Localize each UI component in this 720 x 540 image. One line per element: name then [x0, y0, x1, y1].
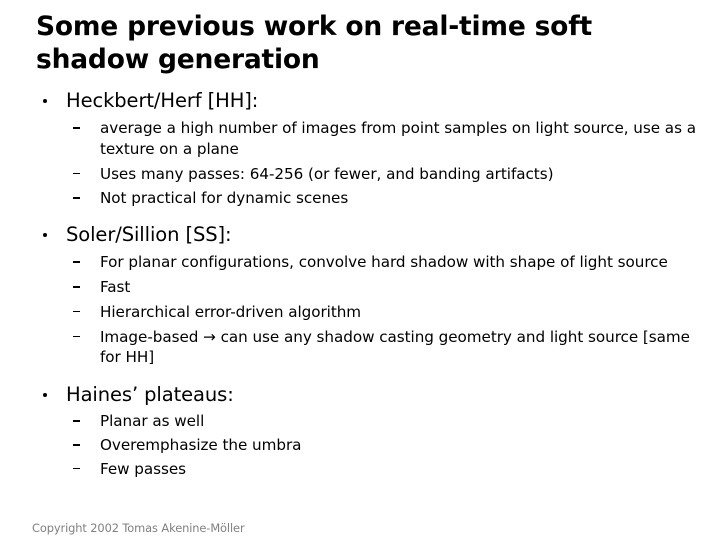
- bullet-level2-label: Uses many passes: 64-256 (or fewer, and …: [100, 164, 554, 183]
- bullet-level2-label: Not practical for dynamic scenes: [100, 189, 349, 208]
- bullet-level2-item: Fast: [36, 277, 704, 298]
- bullet-level2-item: For planar configurations, convolve hard…: [36, 252, 704, 273]
- bullet-dash-icon: [73, 172, 80, 175]
- sub-bullet-list: Planar as well Overemphasize the umbra F…: [36, 411, 704, 479]
- sub-bullet-list: average a high number of images from poi…: [36, 118, 704, 209]
- bullet-level1-soler-sillion: Soler/Sillion [SS]:: [36, 222, 704, 248]
- bullet-level1-label: Haines’ plateaus:: [66, 383, 234, 407]
- bullet-level1-heckbert-herf: Heckbert/Herf [HH]:: [36, 88, 704, 114]
- bullet-dash-icon: [73, 335, 80, 338]
- bullet-level2-label: Image-based → can use any shadow casting…: [100, 327, 690, 367]
- bullet-dash-icon: [73, 261, 80, 263]
- bullet-level2-item: Not practical for dynamic scenes: [36, 188, 704, 209]
- slide-body: Heckbert/Herf [HH]: average a high numbe…: [36, 88, 704, 480]
- bullet-dash-icon: [73, 285, 80, 288]
- bullet-level2-item: Hierarchical error-driven algorithm: [36, 302, 704, 323]
- bullet-dash-icon: [73, 127, 80, 129]
- slide: Some previous work on real-time soft sha…: [0, 0, 720, 540]
- bullet-dash-icon: [73, 443, 80, 446]
- bullet-level2-item: Planar as well: [36, 411, 704, 432]
- bullet-disc-icon: [43, 393, 47, 398]
- copyright-footer: Copyright 2002 Tomas Akenine-Möller: [32, 521, 245, 535]
- bullet-level1-label: Soler/Sillion [SS]:: [66, 223, 232, 247]
- bullet-level2-item: Overemphasize the umbra: [36, 435, 704, 456]
- slide-title: Some previous work on real-time soft sha…: [36, 11, 592, 75]
- bullet-group-heckbert-herf: Heckbert/Herf [HH]: average a high numbe…: [36, 88, 704, 209]
- bullet-disc-icon: [43, 99, 47, 103]
- bullet-level2-label: Overemphasize the umbra: [100, 435, 302, 454]
- bullet-dash-icon: [73, 420, 80, 422]
- bullet-level2-item: Image-based → can use any shadow casting…: [36, 327, 704, 369]
- sub-bullet-list: For planar configurations, convolve hard…: [36, 252, 704, 368]
- bullet-group-soler-sillion: Soler/Sillion [SS]: For planar configura…: [36, 222, 704, 368]
- bullet-level2-item: average a high number of images from poi…: [36, 118, 704, 160]
- bullet-disc-icon: [43, 233, 47, 238]
- bullet-level2-label: average a high number of images from poi…: [100, 119, 696, 158]
- bullet-level1-label: Heckbert/Herf [HH]:: [66, 89, 259, 112]
- bullet-level2-item: Uses many passes: 64-256 (or fewer, and …: [36, 164, 704, 185]
- bullet-dash-icon: [73, 197, 80, 199]
- bullet-level1-haines-plateaus: Haines’ plateaus:: [36, 382, 704, 408]
- bullet-group-haines-plateaus: Haines’ plateaus: Planar as well Overemp…: [36, 382, 704, 479]
- bullet-dash-icon: [73, 310, 80, 313]
- bullet-level2-label: For planar configurations, convolve hard…: [100, 253, 668, 272]
- bullet-level2-label: Hierarchical error-driven algorithm: [100, 302, 362, 321]
- bullet-level2-label: Fast: [100, 277, 131, 296]
- bullet-level2-label: Planar as well: [100, 412, 205, 431]
- bullet-level2-item: Few passes: [36, 459, 704, 480]
- bullet-level2-label: Few passes: [100, 459, 187, 478]
- bullet-dash-icon: [73, 467, 80, 470]
